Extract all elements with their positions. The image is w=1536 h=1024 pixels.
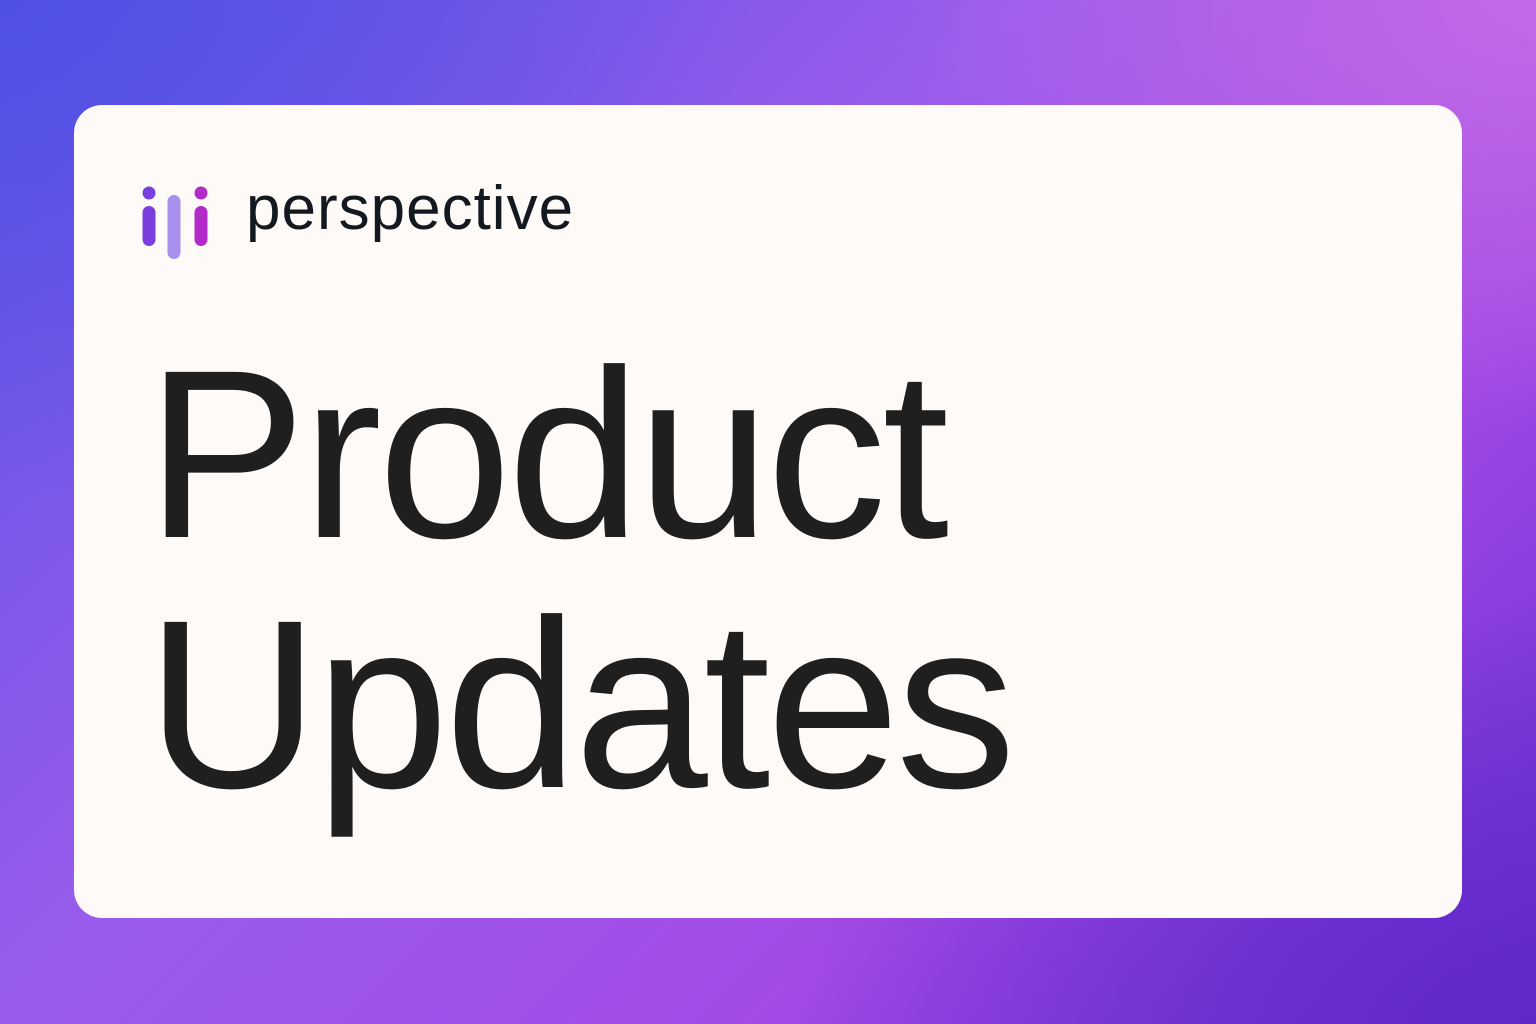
brand-name: perspective [246, 174, 575, 243]
title-line-1: Product [146, 320, 949, 588]
brand-logo: perspective [140, 174, 574, 263]
card: perspective Product Updates [74, 105, 1462, 918]
title-line-2: Updates [146, 570, 1016, 838]
perspective-logo-icon [142, 186, 208, 259]
page-title: Product Updates [146, 320, 1016, 838]
